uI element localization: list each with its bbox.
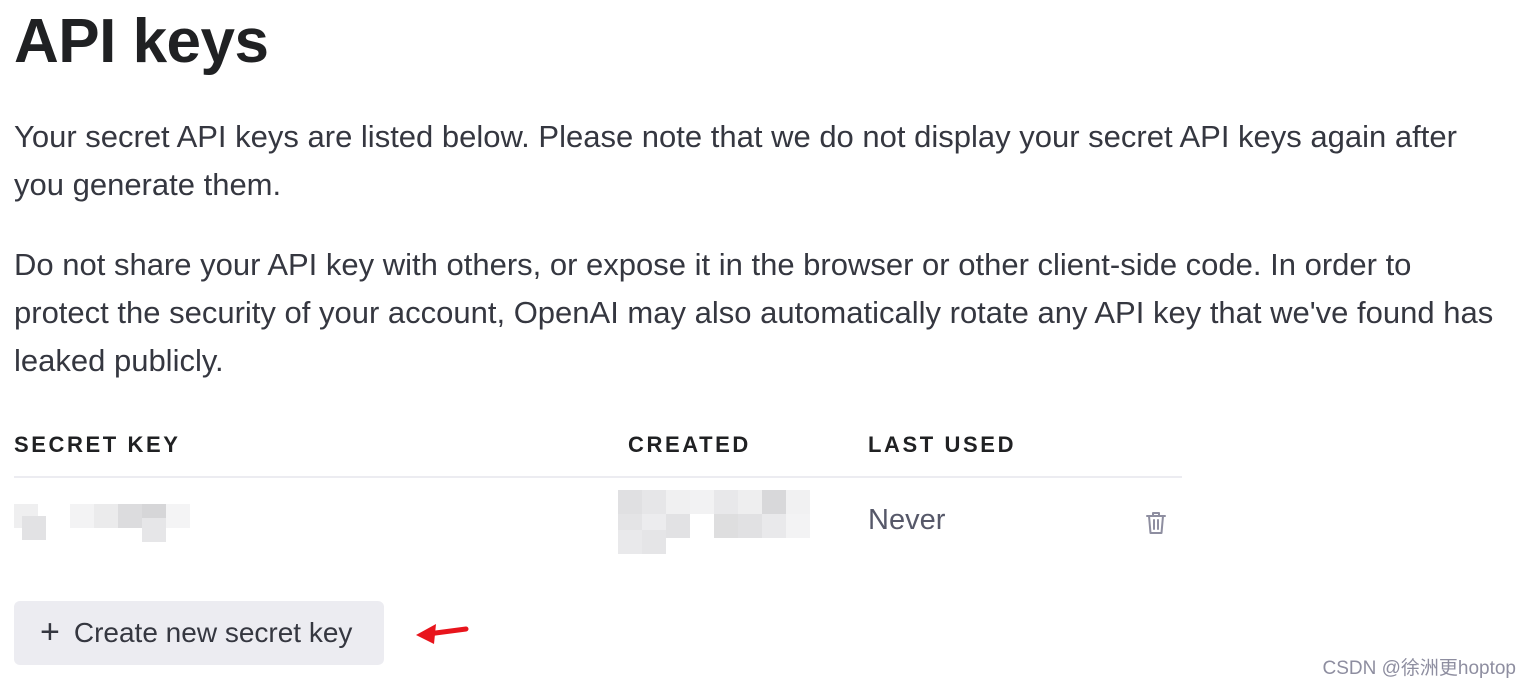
last-used-value: Never bbox=[868, 504, 946, 536]
column-header-last-used: LAST USED bbox=[868, 432, 1017, 457]
create-new-secret-key-button[interactable]: + Create new secret key bbox=[14, 601, 384, 665]
plus-icon: + bbox=[40, 612, 60, 651]
security-warning-text: Do not share your API key with others, o… bbox=[14, 247, 1494, 378]
create-button-label: Create new secret key bbox=[73, 617, 353, 648]
page-title: API keys bbox=[14, 7, 269, 76]
table-row: Never bbox=[14, 478, 1182, 568]
delete-key-button[interactable] bbox=[1144, 509, 1168, 537]
created-date-value-redacted bbox=[618, 490, 810, 554]
red-arrow-icon bbox=[416, 624, 469, 644]
api-keys-table: SECRET KEY CREATED LAST USED Never bbox=[14, 428, 1182, 568]
table-header: SECRET KEY CREATED LAST USED bbox=[14, 428, 1182, 478]
column-header-created: CREATED bbox=[628, 432, 751, 457]
intro-text: Your secret API keys are listed below. P… bbox=[14, 119, 1457, 202]
secret-key-value-redacted bbox=[14, 504, 190, 544]
watermark: CSDN @徐洲更hoptop bbox=[1322, 658, 1516, 679]
trash-icon bbox=[1146, 512, 1166, 534]
column-header-secret-key: SECRET KEY bbox=[14, 432, 181, 457]
